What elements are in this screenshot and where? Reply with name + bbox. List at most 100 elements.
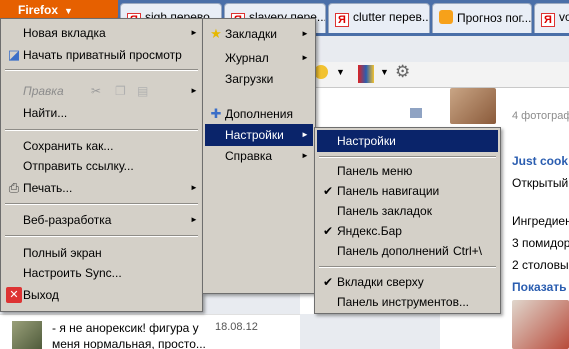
- menu-item-label: Панель меню: [337, 164, 413, 178]
- menu-item-save-as[interactable]: Сохранить как...: [3, 135, 200, 157]
- submenu-arrow-icon: ►: [190, 86, 198, 95]
- photos-count: 4 фотограф: [512, 110, 569, 122]
- menu-item-label: Сохранить как...: [23, 139, 114, 153]
- text-line: Ингредиен: [512, 214, 569, 228]
- menu-item-private[interactable]: ◪ Начать приватный просмотр: [3, 44, 200, 66]
- recipe-title[interactable]: Just cook!: [512, 154, 569, 168]
- menu-item-label: Журнал: [225, 51, 269, 65]
- menu-item-history[interactable]: Журнал ►: [205, 47, 313, 69]
- menu-item-settings[interactable]: Настройки ►: [205, 124, 313, 146]
- menu-item-help[interactable]: Справка ►: [205, 145, 313, 167]
- menu-item-fullscreen[interactable]: Полный экран: [3, 242, 200, 264]
- menu-item-options[interactable]: Настройки: [317, 130, 498, 152]
- dropdown-icon[interactable]: ▼: [336, 67, 345, 77]
- cut-icon: ✂: [91, 84, 102, 98]
- submenu-arrow-icon: ►: [190, 28, 198, 37]
- menu-item-label: Панель закладок: [337, 204, 432, 218]
- exit-icon: ✕: [6, 287, 22, 303]
- browser-window: Firefox▼ Яsigh перево... Яslavery пере..…: [0, 0, 569, 349]
- text-line: Открытый: [512, 176, 569, 190]
- menu-item-label: Вкладки сверху: [337, 275, 424, 289]
- menu-item-customize-toolbar[interactable]: Панель инструментов...: [317, 291, 498, 313]
- menu-item-exit[interactable]: ✕ Выход: [3, 284, 200, 306]
- menu-item-label: Найти...: [23, 106, 68, 120]
- gear-icon[interactable]: ⚙: [395, 62, 410, 82]
- menu-item-nav-bar[interactable]: ✔ Панель навигации: [317, 180, 498, 202]
- submenu-arrow-icon: ►: [190, 183, 198, 192]
- tab[interactable]: Яvoi: [534, 3, 569, 33]
- menu-separator: [5, 235, 198, 237]
- private-browsing-icon: ◪: [7, 47, 21, 62]
- tab-label: clutter перев...: [353, 10, 430, 24]
- submenu-arrow-icon: ►: [301, 130, 309, 139]
- settings-submenu: Настройки Панель меню ✔ Панель навигации …: [314, 127, 501, 314]
- copy-icon: ❐: [115, 84, 126, 98]
- menu-separator: [5, 203, 198, 205]
- menu-item-new-tab[interactable]: Новая вкладка ►: [3, 22, 200, 44]
- menu-item-label: Настроить Sync...: [23, 266, 122, 280]
- submenu-arrow-icon: ►: [301, 53, 309, 62]
- dropdown-icon[interactable]: ▼: [380, 67, 389, 77]
- menu-item-label: Правка: [23, 84, 64, 98]
- firefox-menu: Новая вкладка ► ◪ Начать приватный просмот…: [0, 18, 203, 312]
- menu-item-label: Панель навигации: [337, 184, 440, 198]
- menu-item-tabs-on-top[interactable]: ✔ Вкладки сверху: [317, 271, 498, 293]
- post-item: - я не анорексик! фигура у меня нормальн…: [0, 314, 300, 349]
- menu-item-label: Отправить ссылку...: [23, 159, 134, 173]
- menu-item-print[interactable]: ⎙ Печать... ►: [3, 177, 200, 199]
- menu-item-menu-bar[interactable]: Панель меню: [317, 160, 498, 182]
- menu-item-bookmarks[interactable]: ★ Закладки ►: [205, 23, 313, 45]
- chevron-down-icon: ▼: [64, 6, 73, 16]
- menu-item-addons[interactable]: ✚ Дополнения: [205, 103, 313, 125]
- post-text: меня нормальная, просто...: [52, 337, 206, 349]
- show-more-link[interactable]: Показать: [512, 280, 567, 294]
- paste-icon: ▤: [137, 84, 149, 98]
- menu-item-sync[interactable]: Настроить Sync...: [3, 262, 200, 284]
- menu-item-label: Настройки: [225, 128, 284, 142]
- food-photo[interactable]: [512, 300, 569, 349]
- menu-item-web-dev[interactable]: Веб-разработка ►: [3, 209, 200, 231]
- menu-item-find[interactable]: Найти...: [3, 102, 200, 124]
- shortcut-label: Ctrl+\: [453, 244, 483, 258]
- avatar[interactable]: [12, 321, 42, 349]
- menu-item-label: Закладки: [225, 27, 277, 41]
- menu-item-label: Начать приватный просмотр: [23, 48, 182, 62]
- menu-item-edit[interactable]: Правка ✂ ❐ ▤ ►: [3, 80, 200, 102]
- post-date: 18.08.12: [215, 321, 258, 333]
- menu-item-bookmarks-bar[interactable]: Панель закладок: [317, 200, 498, 222]
- tab[interactable]: Яclutter перев...: [328, 3, 430, 33]
- tab-label: Прогноз пог...: [457, 11, 532, 25]
- puzzle-icon: ✚: [210, 106, 222, 121]
- menu-item-yandex-bar[interactable]: ✔ Яндекс.Бар: [317, 220, 498, 242]
- tab[interactable]: Прогноз пог...: [432, 3, 532, 33]
- text-line: 3 помидора: [512, 236, 569, 250]
- menu-item-label: Настройки: [337, 134, 396, 148]
- menu-item-send-link[interactable]: Отправить ссылку...: [3, 155, 200, 177]
- tab-label: voi: [559, 10, 569, 24]
- menu-item-label: Дополнения: [225, 107, 293, 121]
- firefox-menu-button[interactable]: Firefox ▼: [0, 0, 118, 20]
- menu-item-label: Выход: [23, 288, 59, 302]
- checkmark-icon: ✔: [323, 184, 334, 198]
- menu-item-label: Панель инструментов...: [337, 295, 469, 309]
- menu-item-label: Справка: [225, 149, 273, 163]
- menu-item-downloads[interactable]: Загрузки: [205, 68, 313, 90]
- checkmark-icon: ✔: [323, 275, 334, 289]
- menu-item-addon-bar[interactable]: Панель дополнений Ctrl+\: [317, 240, 498, 262]
- printer-icon: ⎙: [8, 180, 20, 195]
- menu-separator: [5, 69, 198, 71]
- firefox-menu-right-column: ★ Закладки ► Журнал ► Загрузки ✚ Дополнения …: [202, 18, 316, 294]
- post-text: - я не анорексик! фигура у: [52, 321, 199, 335]
- menu-item-label: Панель дополнений: [337, 244, 449, 258]
- menu-separator: [5, 129, 198, 131]
- photo-thumbnail[interactable]: [450, 88, 496, 124]
- weather-icon: [439, 10, 453, 24]
- bookmarks-icon[interactable]: [358, 65, 374, 83]
- mail-icon[interactable]: [410, 108, 422, 118]
- text-line: 2 столовы: [512, 258, 569, 272]
- submenu-arrow-icon: ►: [301, 151, 309, 160]
- menu-item-label: Новая вкладка: [23, 26, 106, 40]
- yandex-icon: Я: [335, 13, 349, 27]
- nav-toolbar: ▼ ▼ ⚙: [300, 62, 569, 88]
- smiley-icon[interactable]: [314, 65, 328, 79]
